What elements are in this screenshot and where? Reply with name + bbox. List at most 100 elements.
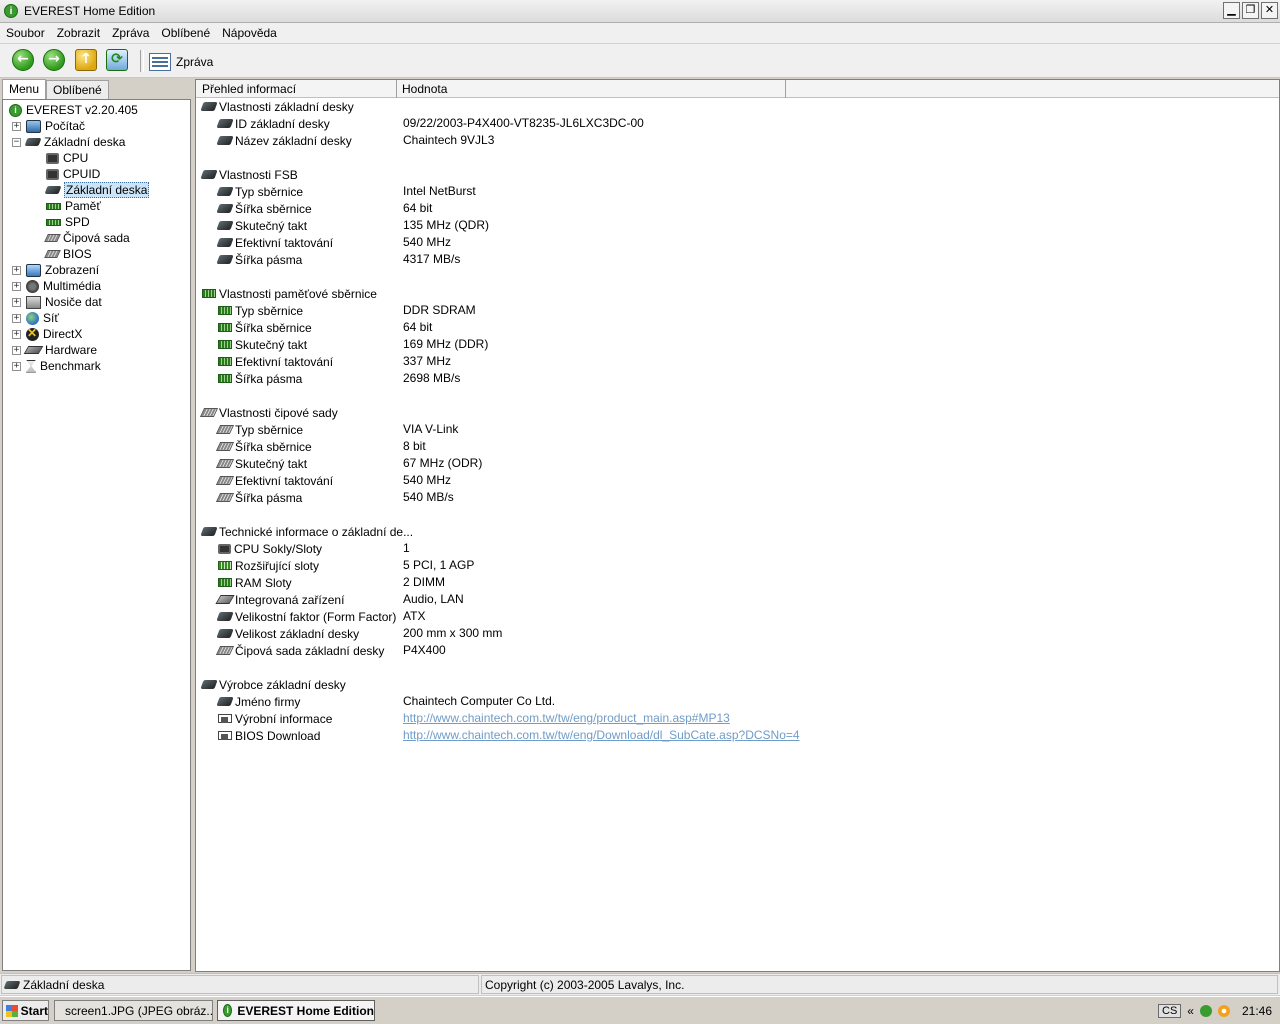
column-divider[interactable] (785, 80, 786, 98)
row-label: Efektivní taktování (235, 354, 334, 369)
forward-button[interactable]: → (43, 49, 67, 73)
language-indicator[interactable]: CS (1158, 1003, 1182, 1018)
tree-item-display[interactable]: + Zobrazení (12, 262, 99, 278)
table-row[interactable]: RAM Sloty (218, 574, 292, 591)
table-row[interactable]: Skutečný takt (216, 217, 307, 234)
table-row[interactable]: ID základní desky (216, 115, 330, 132)
table-row[interactable]: Rozšiřující sloty (218, 557, 319, 574)
taskbar-item-everest[interactable]: i EVEREST Home Edition (217, 1000, 375, 1021)
tree-item-spd[interactable]: SPD (46, 214, 90, 230)
tree-item-cpuid[interactable]: CPUID (46, 166, 100, 182)
table-row[interactable]: CPU Sokly/Sloty (218, 540, 322, 557)
expand-icon[interactable]: + (12, 297, 21, 307)
column-field-header[interactable]: Přehled informací (202, 82, 296, 98)
chipset-icon (215, 646, 235, 655)
table-row[interactable]: Velikostní faktor (Form Factor) (216, 608, 396, 625)
back-button[interactable]: ← (12, 49, 36, 73)
product-info-link[interactable]: http://www.chaintech.com.tw/tw/eng/produ… (403, 710, 730, 727)
table-row[interactable]: Jméno firmy (216, 693, 300, 710)
table-row[interactable]: Šířka pásma (215, 489, 302, 506)
tray-expand-icon[interactable]: « (1187, 1004, 1194, 1018)
report-button[interactable]: Zpráva (149, 53, 213, 71)
cpu-icon (46, 168, 59, 180)
speaker-icon (26, 279, 39, 293)
row-value: 540 MHz (403, 235, 452, 249)
table-row[interactable]: Integrovaná zařízení (215, 591, 345, 608)
table-row[interactable]: Typ sběrnice (215, 421, 303, 438)
menu-file[interactable]: Soubor (0, 26, 51, 40)
row-value: 169 MHz (DDR) (403, 337, 489, 351)
expand-icon[interactable]: + (12, 265, 21, 275)
tab-favorites[interactable]: Oblíbené (46, 80, 109, 99)
expand-icon[interactable]: + (12, 121, 21, 131)
expand-icon[interactable]: + (12, 313, 21, 323)
table-row[interactable]: Čipová sada základní desky (215, 642, 384, 659)
motherboard-icon (216, 221, 234, 230)
chipset-icon (215, 493, 235, 502)
table-row[interactable]: Velikost základní desky (216, 625, 359, 642)
menu-view[interactable]: Zobrazit (51, 26, 106, 40)
table-row[interactable]: Šířka sběrnice (216, 200, 312, 217)
restore-button[interactable]: ❐ (1242, 2, 1259, 19)
memory-icon (46, 218, 61, 226)
tree-item-hardware[interactable]: + Hardware (12, 342, 97, 358)
column-divider[interactable] (396, 80, 397, 98)
close-button[interactable]: ✕ (1261, 2, 1278, 19)
table-row[interactable]: Šířka sběrnice (218, 319, 312, 336)
everest-tray-icon[interactable] (1199, 1004, 1212, 1017)
expansion-slot-icon (218, 561, 232, 570)
arrow-left-icon: ← (12, 49, 34, 71)
tree-item-memory[interactable]: Paměť (46, 198, 101, 214)
refresh-icon: ⟳ (106, 49, 128, 71)
tab-menu[interactable]: Menu (2, 79, 47, 99)
tree-item-network[interactable]: + Síť (12, 310, 59, 326)
tree-root[interactable]: i EVEREST v2.20.405 (9, 102, 138, 118)
refresh-button[interactable]: ⟳ (106, 49, 130, 73)
table-row[interactable]: Skutečný takt (218, 336, 307, 353)
up-button[interactable]: ↑ (75, 49, 99, 73)
menu-favorites[interactable]: Oblíbené (155, 26, 216, 40)
table-row[interactable]: Název základní desky (216, 132, 352, 149)
bios-download-link[interactable]: http://www.chaintech.com.tw/tw/eng/Downl… (403, 727, 800, 744)
tree-item-benchmark[interactable]: + Benchmark (12, 358, 101, 374)
tree-item-cpu[interactable]: CPU (46, 150, 88, 166)
table-row[interactable]: BIOS Download (218, 727, 320, 744)
taskbar-item-firefox[interactable]: screen1.JPG (JPEG obráz... (54, 1000, 213, 1021)
tree-item-motherboard[interactable]: − Základní deska (12, 134, 125, 150)
table-row[interactable]: Efektivní taktování (215, 472, 333, 489)
tree-label: Základní deska (44, 135, 126, 149)
minimize-button[interactable]: ▁ (1223, 2, 1240, 19)
table-row[interactable]: Šířka pásma (218, 370, 302, 387)
tree-item-storage[interactable]: + Nosiče dat (12, 294, 102, 310)
tree-item-multimedia[interactable]: + Multimédia (12, 278, 101, 294)
table-row[interactable]: Šířka sběrnice (215, 438, 312, 455)
menu-report[interactable]: Zpráva (106, 26, 155, 40)
row-value: 1 (403, 541, 410, 555)
expand-icon[interactable]: + (12, 361, 21, 371)
expand-icon[interactable]: + (12, 345, 21, 355)
tree-item-bios[interactable]: BIOS (44, 246, 92, 262)
table-row[interactable]: Typ sběrnice (218, 302, 303, 319)
tree-item-directx[interactable]: + DirectX (12, 326, 82, 342)
row-label: Šířka sběrnice (235, 439, 312, 454)
expand-icon[interactable]: + (12, 281, 21, 291)
table-row[interactable]: Efektivní taktování (216, 234, 333, 251)
tree-item-computer[interactable]: + Počítač (12, 118, 85, 134)
tree-item-motherboard-selected[interactable]: Základní deska (44, 182, 150, 198)
table-row[interactable]: Skutečný takt (215, 455, 307, 472)
collapse-icon[interactable]: − (12, 137, 21, 147)
menu-help[interactable]: Nápověda (216, 26, 283, 40)
table-row[interactable]: Efektivní taktování (218, 353, 333, 370)
column-value-header[interactable]: Hodnota (402, 82, 447, 98)
tree-item-chipset[interactable]: Čipová sada (44, 230, 130, 246)
row-label: Integrovaná zařízení (235, 592, 345, 607)
start-button[interactable]: Start (2, 1000, 49, 1021)
clock[interactable]: 21:46 (1242, 1004, 1272, 1018)
table-row[interactable]: Výrobní informace (218, 710, 332, 727)
chipset-icon (44, 234, 61, 242)
expand-icon[interactable]: + (12, 329, 21, 339)
table-row[interactable]: Typ sběrnice (216, 183, 303, 200)
table-row[interactable]: Šířka pásma (216, 251, 302, 268)
window-title: EVEREST Home Edition (24, 4, 156, 18)
avast-tray-icon[interactable] (1217, 1004, 1230, 1017)
